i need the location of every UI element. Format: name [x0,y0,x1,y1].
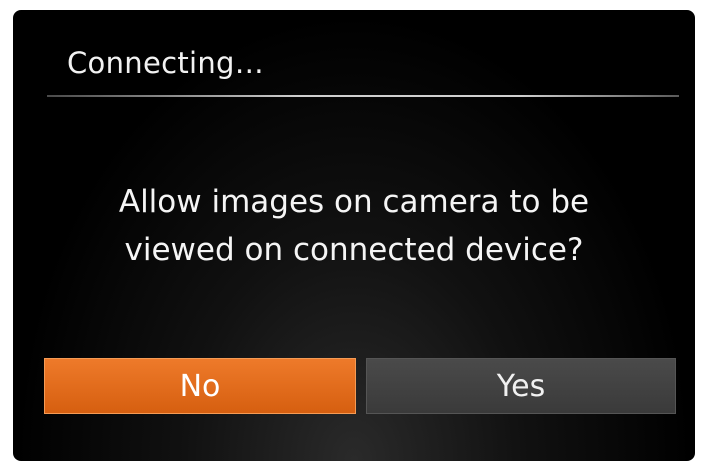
title-divider [47,95,679,97]
message-line-1: Allow images on camera to be [118,184,590,220]
yes-button[interactable]: Yes [366,358,676,414]
no-button[interactable]: No [44,358,356,414]
dialog-message: Allow images on camera to be viewed on c… [13,178,695,274]
message-line-2: viewed on connected device? [124,232,584,268]
yes-button-label: Yes [496,368,546,404]
title-bar: Connecting… [13,10,695,96]
dialog-title: Connecting… [67,46,265,80]
camera-screen: Connecting… Allow images on camera to be… [13,10,695,461]
no-button-label: No [179,368,221,404]
